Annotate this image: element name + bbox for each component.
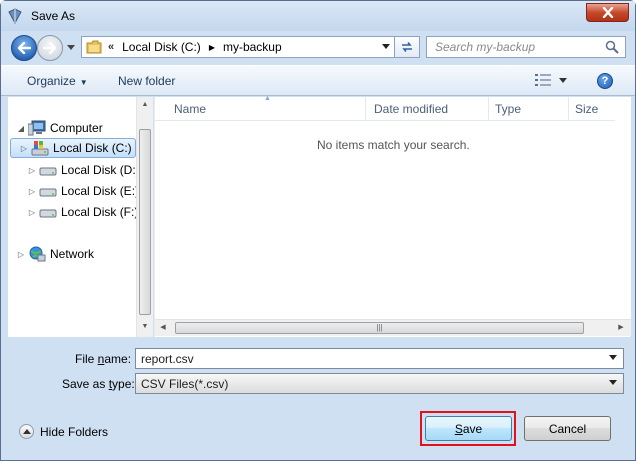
- save-button[interactable]: Save: [425, 416, 512, 441]
- empty-folder-message: No items match your search.: [317, 138, 470, 152]
- chevron-down-icon[interactable]: [609, 380, 617, 385]
- nav-item-network[interactable]: ▷ Network: [16, 244, 94, 264]
- navigation-bar: « Local Disk (C:) ▶ my-backup Search my-…: [1, 31, 635, 63]
- network-icon: [29, 246, 46, 262]
- file-list: ▲ Name Date modified Type Size No items …: [154, 95, 631, 337]
- collapsed-arrow-icon[interactable]: ▷: [16, 250, 26, 259]
- navigation-pane: ◢ Computer ▷ Local Disk (C:) ▷ Local Dis…: [8, 97, 153, 337]
- close-button[interactable]: [586, 3, 629, 22]
- file-name-value: report.csv: [141, 352, 194, 366]
- refresh-button[interactable]: [395, 36, 420, 58]
- change-view-button[interactable]: [535, 74, 567, 86]
- organize-button[interactable]: Organize ▼: [27, 74, 88, 88]
- breadcrumb-separator-icon[interactable]: ▶: [209, 43, 215, 52]
- nav-item-label: Computer: [50, 121, 103, 135]
- nav-item-label: Network: [50, 247, 95, 261]
- organize-label: Organize: [27, 74, 76, 88]
- nav-item-local-disk-c[interactable]: ▷ Local Disk (C:): [10, 138, 136, 158]
- drive-icon: [39, 209, 57, 218]
- column-header: ▲ Name Date modified Type Size: [155, 95, 615, 121]
- save-as-dialog: Save As « Local Disk (C:) ▶ my-backup Se…: [0, 0, 636, 461]
- drive-icon: [39, 167, 57, 176]
- nav-item-local-disk-e[interactable]: ▷ Local Disk (E:): [27, 181, 139, 201]
- hide-folders-button[interactable]: Hide Folders: [19, 424, 108, 439]
- chevron-up-icon: [19, 424, 34, 439]
- breadcrumb-overflow[interactable]: «: [108, 41, 114, 53]
- nav-item-local-disk-d[interactable]: ▷ Local Disk (D:): [27, 160, 140, 180]
- scrollbar-thumb[interactable]: |||: [175, 322, 584, 334]
- close-icon: [602, 7, 613, 18]
- collapsed-arrow-icon[interactable]: ▷: [27, 187, 37, 196]
- address-bar[interactable]: « Local Disk (C:) ▶ my-backup: [81, 36, 395, 58]
- breadcrumb-item[interactable]: my-backup: [223, 40, 282, 54]
- recent-pages-dropdown-icon[interactable]: [67, 45, 75, 50]
- chevron-down-icon: ▼: [79, 78, 88, 87]
- column-date-modified[interactable]: Date modified: [374, 102, 448, 116]
- scroll-right-arrow-icon[interactable]: ▶: [613, 320, 629, 336]
- system-drive-icon: [31, 141, 49, 156]
- hide-folders-label: Hide Folders: [40, 424, 109, 439]
- expanded-arrow-icon[interactable]: ◢: [16, 124, 26, 133]
- navigation-pane-scrollbar[interactable]: ▲ ▼: [136, 97, 153, 337]
- search-input[interactable]: Search my-backup: [426, 36, 626, 58]
- search-placeholder: Search my-backup: [435, 40, 536, 54]
- nav-item-computer[interactable]: ◢ Computer: [16, 118, 103, 138]
- save-as-type-label: Save as type:: [62, 377, 135, 391]
- drive-icon: [39, 188, 57, 197]
- nav-item-local-disk-f[interactable]: ▷ Local Disk (F:): [27, 202, 138, 222]
- column-separator[interactable]: [365, 97, 366, 121]
- scroll-up-arrow-icon[interactable]: ▲: [137, 97, 153, 113]
- view-details-icon: [535, 74, 551, 86]
- column-separator[interactable]: [488, 97, 489, 121]
- forward-button[interactable]: [37, 35, 63, 61]
- nav-item-label: Local Disk (C:): [53, 141, 132, 155]
- sort-ascending-icon: ▲: [264, 95, 271, 102]
- app-icon: [8, 8, 22, 24]
- breadcrumb-item[interactable]: Local Disk (C:): [122, 40, 201, 54]
- folder-icon: [86, 40, 102, 54]
- arrow-right-icon: [43, 42, 57, 54]
- collapsed-arrow-icon[interactable]: ▷: [27, 208, 37, 217]
- column-type[interactable]: Type: [495, 102, 521, 116]
- file-name-label: File name:: [75, 352, 132, 366]
- column-separator[interactable]: [568, 97, 569, 121]
- back-button[interactable]: [11, 35, 37, 61]
- search-icon[interactable]: [605, 40, 619, 54]
- file-list-vertical-scrollbar[interactable]: [615, 97, 631, 319]
- scroll-left-arrow-icon[interactable]: ◀: [155, 320, 171, 336]
- command-toolbar: Organize ▼ New folder ?: [1, 65, 635, 96]
- scrollbar-thumb[interactable]: [139, 129, 151, 315]
- chevron-down-icon: [559, 77, 567, 83]
- computer-icon: [28, 120, 46, 136]
- file-name-input[interactable]: report.csv: [135, 348, 624, 369]
- collapsed-arrow-icon[interactable]: ▷: [19, 144, 29, 153]
- nav-item-label: Local Disk (E:): [61, 184, 140, 198]
- refresh-icon: [402, 42, 412, 52]
- chevron-down-icon[interactable]: [382, 44, 390, 49]
- cancel-button[interactable]: Cancel: [524, 416, 611, 441]
- nav-item-label: Local Disk (D:): [61, 163, 140, 177]
- nav-item-label: Local Disk (F:): [61, 205, 139, 219]
- title-bar: Save As: [1, 1, 635, 31]
- column-size[interactable]: Size: [575, 102, 598, 116]
- save-as-type-value: CSV Files(*.csv): [141, 377, 229, 391]
- arrow-left-icon: [17, 42, 31, 54]
- file-list-horizontal-scrollbar[interactable]: ◀ ||| ▶: [155, 319, 631, 336]
- save-as-type-select[interactable]: CSV Files(*.csv): [135, 373, 624, 394]
- window-title: Save As: [31, 9, 76, 23]
- help-button[interactable]: ?: [597, 73, 613, 89]
- new-folder-button[interactable]: New folder: [118, 74, 175, 88]
- column-name[interactable]: Name: [174, 102, 206, 116]
- collapsed-arrow-icon[interactable]: ▷: [27, 166, 37, 175]
- chevron-down-icon[interactable]: [609, 355, 617, 360]
- scroll-down-arrow-icon[interactable]: ▼: [137, 319, 153, 335]
